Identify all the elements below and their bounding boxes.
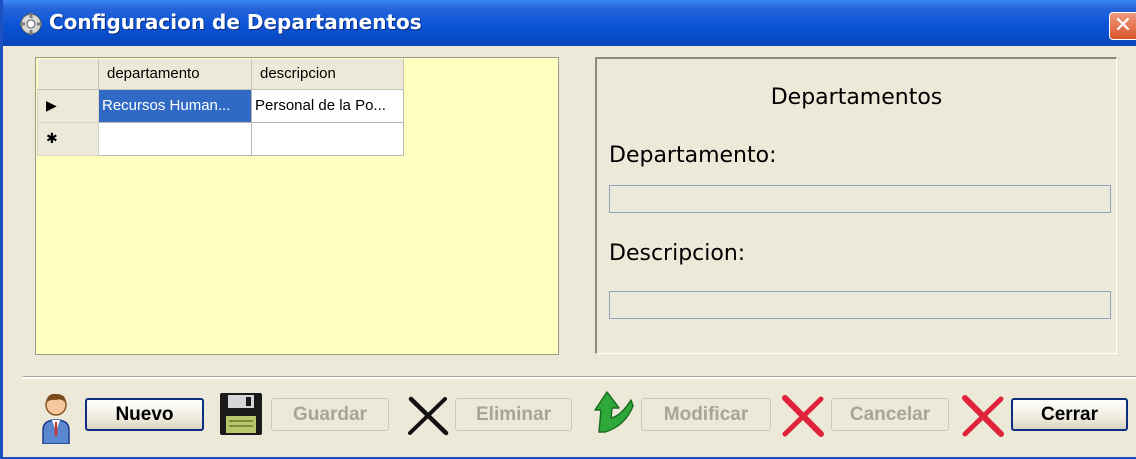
- cancelar-button[interactable]: Cancelar: [831, 398, 949, 431]
- departamento-label: Departamento:: [609, 143, 777, 168]
- row-pointer-icon: ▶: [46, 97, 57, 113]
- detail-groupbox: Departamentos Departamento: Descripcion:: [595, 57, 1117, 354]
- window-title: Configuracion de Departamentos: [49, 10, 422, 34]
- user-icon: [42, 393, 70, 444]
- row-selector-current[interactable]: ▶: [37, 88, 99, 123]
- cell-departamento[interactable]: Recursos Human...: [98, 88, 252, 123]
- cerrar-button[interactable]: Cerrar: [1011, 398, 1128, 431]
- close-window-button[interactable]: ✕: [1109, 12, 1136, 40]
- cell-departamento-new[interactable]: [98, 121, 252, 156]
- grid-table: departamento descripcion ▶ Recursos Huma…: [37, 59, 404, 156]
- grid-header-row: departamento descripcion: [37, 59, 404, 90]
- config-departamentos-window: Configuracion de Departamentos ✕ departa…: [0, 0, 1136, 459]
- close-icon: ✕: [1113, 13, 1133, 38]
- departamento-input[interactable]: [609, 185, 1111, 213]
- floppy-disk-icon: [220, 393, 262, 435]
- descripcion-input[interactable]: [609, 291, 1111, 319]
- eliminar-button[interactable]: Eliminar: [455, 398, 572, 431]
- toolbar-divider: [23, 376, 1136, 379]
- column-header-descripcion[interactable]: descripcion: [251, 59, 404, 90]
- row-selector-new[interactable]: ✱: [37, 121, 99, 156]
- action-toolbar: Nuevo Guardar Eliminar Modificar Cancela…: [3, 380, 1136, 457]
- nuevo-button[interactable]: Nuevo: [85, 398, 204, 431]
- column-header-departamento[interactable]: departamento: [98, 59, 252, 90]
- table-row-new[interactable]: ✱: [37, 121, 404, 156]
- modificar-button[interactable]: Modificar: [641, 398, 771, 431]
- grid-corner-header: [37, 59, 99, 90]
- green-arrow-icon: [594, 391, 634, 433]
- gear-icon: [20, 13, 42, 35]
- red-x-icon: [962, 395, 1004, 437]
- descripcion-label: Descripcion:: [609, 241, 746, 266]
- cell-descripcion[interactable]: Personal de la Po...: [251, 88, 404, 123]
- departamentos-grid[interactable]: departamento descripcion ▶ Recursos Huma…: [35, 57, 559, 355]
- cell-descripcion-new[interactable]: [251, 121, 404, 156]
- guardar-button[interactable]: Guardar: [271, 398, 389, 431]
- new-row-asterisk-icon: ✱: [46, 130, 58, 146]
- table-row[interactable]: ▶ Recursos Human... Personal de la Po...: [37, 88, 404, 123]
- title-bar[interactable]: Configuracion de Departamentos ✕: [3, 0, 1136, 46]
- x-mark-icon: [408, 396, 449, 436]
- detail-heading: Departamentos: [770, 85, 943, 110]
- red-x-icon: [782, 395, 824, 437]
